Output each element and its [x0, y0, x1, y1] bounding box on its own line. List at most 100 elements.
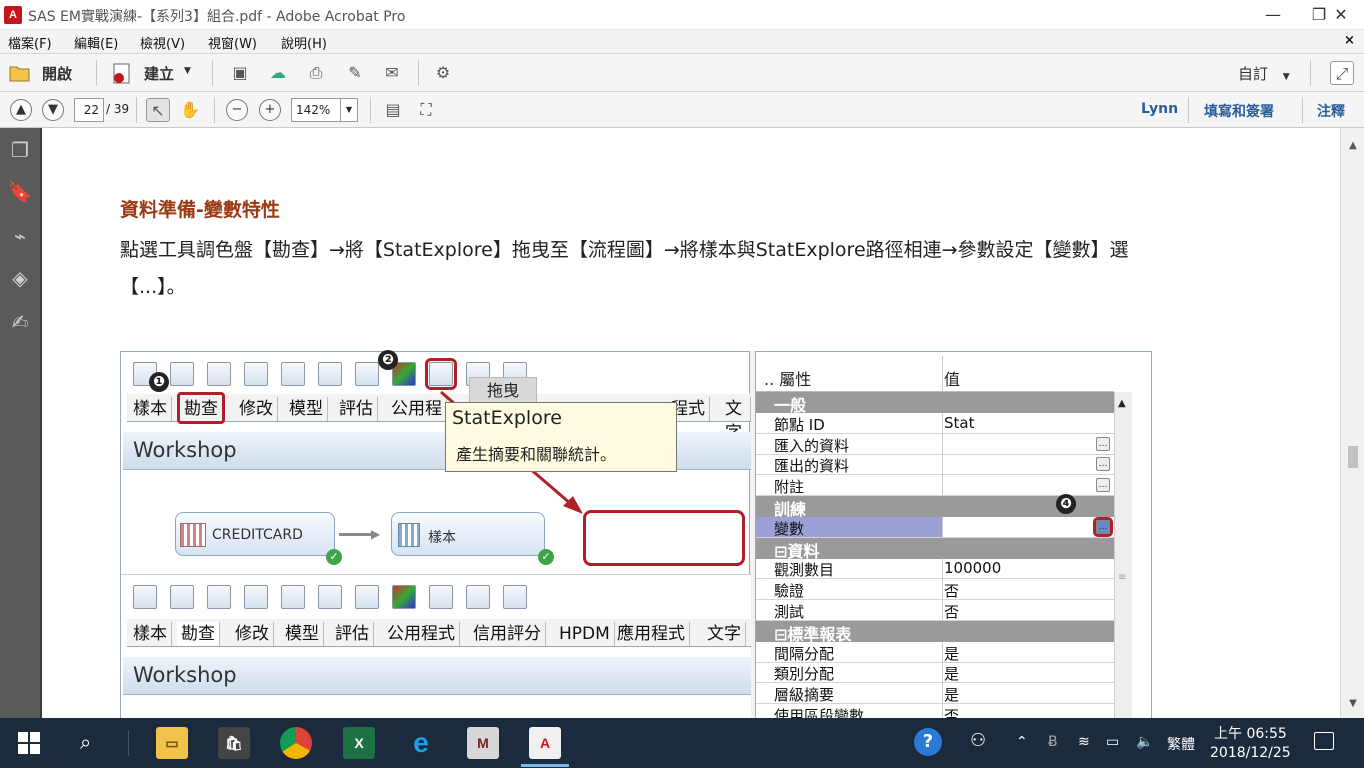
- internet-explorer-icon[interactable]: e: [405, 727, 437, 759]
- separator: [1188, 97, 1189, 123]
- properties-header: .. 屬性 值: [756, 352, 1114, 392]
- zoom-input[interactable]: 142%: [291, 98, 341, 122]
- open-button[interactable]: 開啟: [8, 62, 90, 86]
- cloud-upload-icon[interactable]: ☁: [266, 61, 290, 85]
- user-name[interactable]: Lynn: [1141, 101, 1178, 117]
- open-label: 開啟: [42, 65, 73, 83]
- gear-icon[interactable]: ⚙: [431, 61, 455, 85]
- page-number-input[interactable]: 22: [74, 98, 104, 122]
- scroll-up-icon[interactable]: ▲: [1346, 140, 1360, 154]
- clock-time[interactable]: 上午 06:55: [1214, 723, 1287, 743]
- sas-miner-icon[interactable]: M: [467, 727, 499, 759]
- fill-and-sign-button[interactable]: 填寫和簽署: [1204, 101, 1274, 121]
- chevron-up-icon[interactable]: ⌃: [1016, 734, 1028, 750]
- separator: [1302, 97, 1303, 123]
- tab-applications: 應用程式: [613, 622, 690, 646]
- scroll-grip-icon: ≡: [1118, 572, 1127, 583]
- chrome-icon[interactable]: [280, 727, 312, 759]
- property-value: 是: [944, 686, 960, 705]
- previous-page-icon[interactable]: ▲: [10, 99, 32, 121]
- notification-icon[interactable]: [1314, 732, 1334, 750]
- file-explorer-icon[interactable]: ▭: [156, 727, 188, 759]
- select-cursor-icon[interactable]: ↖: [146, 98, 170, 122]
- wifi-icon[interactable]: ≋: [1078, 734, 1090, 750]
- property-row: 間隔分配 是: [756, 641, 1114, 663]
- separator: [418, 60, 419, 86]
- column-divider: [942, 433, 943, 455]
- tab-credit-scoring: 信用評分: [469, 622, 546, 646]
- menu-help[interactable]: 說明(H): [281, 33, 327, 52]
- tool-icon: [503, 585, 527, 609]
- property-key: 節點 ID: [774, 415, 825, 434]
- zoom-in-icon[interactable]: +: [259, 99, 281, 121]
- print-icon[interactable]: ⎙: [304, 61, 328, 85]
- zoom-out-icon[interactable]: −: [226, 99, 248, 121]
- separator: [96, 60, 97, 86]
- clock-date[interactable]: 2018/12/25: [1210, 745, 1291, 761]
- title-bar: A SAS EM實戰演練-【系列3】組合.pdf - Adobe Acrobat…: [0, 0, 1364, 30]
- property-key: 驗證: [774, 582, 805, 601]
- store-icon[interactable]: 🛍: [218, 727, 250, 759]
- signature-icon[interactable]: ✍: [6, 308, 34, 336]
- active-app-indicator: [521, 764, 569, 767]
- full-screen-icon[interactable]: ⛶: [414, 98, 438, 122]
- separator: [136, 97, 137, 123]
- body-text-line-2: 【...】。: [120, 276, 186, 298]
- zoom-dropdown-icon[interactable]: ▼: [340, 98, 358, 122]
- menu-close-document-icon[interactable]: ×: [1344, 33, 1355, 48]
- battery-icon[interactable]: ▭: [1106, 734, 1119, 750]
- tab-assess: 評估: [331, 622, 374, 646]
- tooltip-title: StatExplore: [452, 407, 562, 429]
- create-button[interactable]: 建立 ▼: [110, 62, 196, 86]
- separator: [214, 97, 215, 123]
- menu-window[interactable]: 視窗(W): [208, 33, 257, 52]
- next-page-icon[interactable]: ▼: [42, 99, 64, 121]
- page-thumbnails-icon[interactable]: ❐: [6, 136, 34, 164]
- tray-app-icon[interactable]: Ƀ: [1048, 734, 1058, 750]
- input-method[interactable]: 繁體: [1167, 734, 1195, 754]
- document-scrollbar[interactable]: ▲ ▼: [1340, 128, 1364, 718]
- menu-file[interactable]: 檔案(F): [8, 33, 52, 52]
- second-capture: 樣本 勘查 修改 模型 評估 公用程式 信用評分 HPDM 應用程式 文字 Wo…: [121, 574, 751, 718]
- property-key: 匯入的資料: [774, 436, 850, 455]
- acrobat-taskbar-icon[interactable]: A: [529, 727, 561, 759]
- tool-icon: [281, 585, 305, 609]
- fit-page-icon[interactable]: ▤: [381, 98, 405, 122]
- chevron-down-icon: ▼: [184, 66, 191, 76]
- page-total: / 39: [106, 102, 130, 116]
- windows-start-icon[interactable]: [18, 732, 40, 754]
- customize-dropdown[interactable]: 自訂 ▼: [1238, 63, 1290, 84]
- tooltip-description: 產生摘要和關聯統計。: [456, 445, 617, 464]
- comment-button[interactable]: 注釋: [1317, 101, 1345, 121]
- volume-icon[interactable]: 🔈: [1136, 734, 1153, 750]
- excel-icon[interactable]: X: [343, 727, 375, 759]
- minimize-button[interactable]: —: [1250, 0, 1296, 30]
- tab-explore: 勘查: [177, 622, 220, 646]
- bookmark-icon[interactable]: 🔖: [6, 178, 34, 206]
- tool-icon: [244, 585, 268, 609]
- property-key: 間隔分配: [774, 644, 835, 663]
- email-icon[interactable]: ✉: [380, 61, 404, 85]
- scroll-down-icon[interactable]: ▼: [1346, 698, 1360, 712]
- customize-label: 自訂: [1238, 65, 1269, 83]
- layers-icon[interactable]: ◈: [6, 264, 34, 292]
- help-icon[interactable]: ?: [914, 728, 942, 756]
- search-icon[interactable]: ⌕: [80, 730, 91, 754]
- attachment-icon[interactable]: ⌁: [6, 222, 34, 250]
- menu-edit[interactable]: 編輯(E): [74, 33, 118, 52]
- property-value: Stat: [944, 413, 975, 432]
- edit-icon[interactable]: ✎: [343, 61, 367, 85]
- column-divider: [942, 641, 943, 663]
- separator: [370, 97, 371, 123]
- property-key: 變數: [774, 519, 805, 538]
- hand-tool-icon[interactable]: ✋: [178, 98, 202, 122]
- column-divider: [942, 662, 943, 684]
- expand-icon[interactable]: ⤢: [1330, 61, 1354, 85]
- property-row: 使用區段變數 否: [756, 704, 1114, 718]
- scroll-thumb[interactable]: [1348, 446, 1358, 468]
- people-icon[interactable]: ⚇: [970, 730, 986, 751]
- menu-view[interactable]: 檢視(V): [140, 33, 185, 52]
- save-icon[interactable]: ▣: [228, 61, 252, 85]
- create-label: 建立: [144, 65, 175, 83]
- close-button[interactable]: ✕: [1318, 0, 1364, 30]
